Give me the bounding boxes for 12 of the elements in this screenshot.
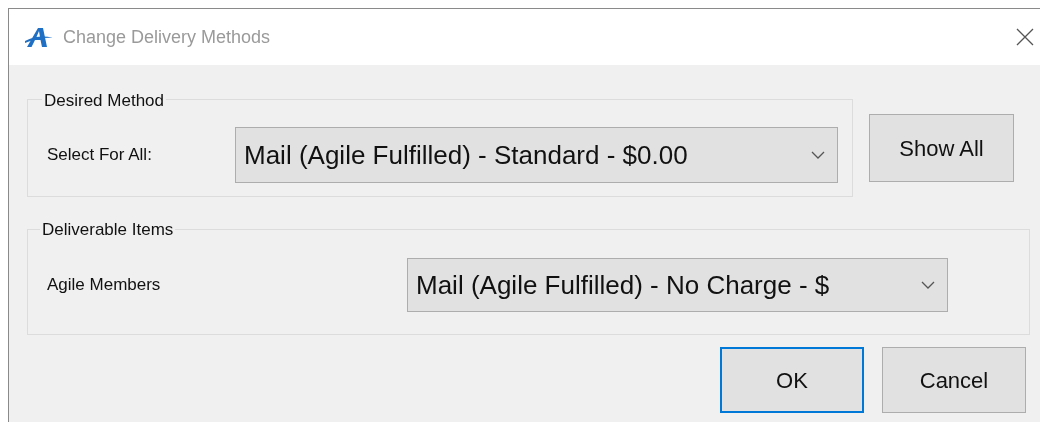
dialog-button[interactable]: Cancel [882, 347, 1026, 413]
chevron-down-icon [811, 151, 825, 159]
dropdown[interactable]: Mail (Agile Fulfilled) - Standard - $0.00 [235, 127, 838, 183]
field-label: Select For All: [47, 144, 153, 167]
close-icon[interactable] [1015, 27, 1035, 47]
chevron-down-icon [921, 281, 935, 289]
dialog-button[interactable]: OK [720, 347, 864, 413]
logo-icon [25, 26, 53, 48]
field-label: Agile Members [47, 274, 162, 297]
dropdown[interactable]: Mail (Agile Fulfilled) - No Charge - $ [407, 258, 948, 312]
show-all-button[interactable]: Show All [869, 114, 1014, 182]
window-title: Change Delivery Methods [63, 25, 271, 49]
